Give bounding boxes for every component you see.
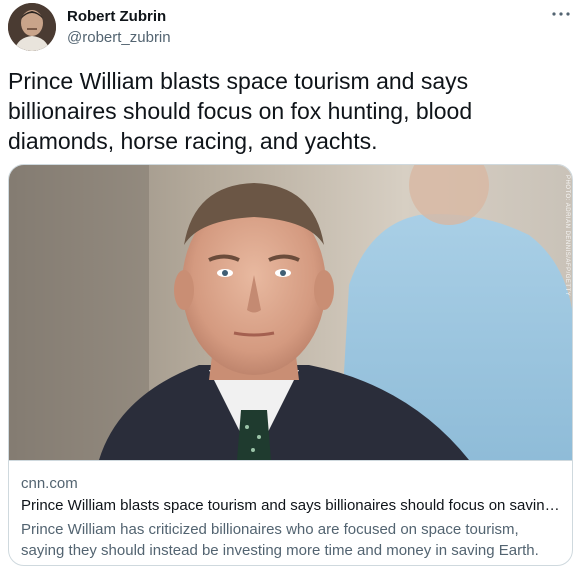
link-preview-card[interactable]: PHOTO: ADRIAN DENNIS/AFP/GETTY cnn.com P… <box>8 164 573 566</box>
author-handle[interactable]: @robert_zubrin <box>67 29 171 46</box>
avatar-image <box>8 3 56 51</box>
card-meta: cnn.com Prince William blasts space tour… <box>9 460 572 559</box>
tweet-text: Prince William blasts space tourism and … <box>8 68 473 154</box>
card-description: Prince William has criticized billionair… <box>21 521 539 559</box>
author-avatar[interactable] <box>8 3 56 51</box>
card-domain: cnn.com <box>21 475 78 492</box>
card-image: PHOTO: ADRIAN DENNIS/AFP/GETTY <box>9 165 572 460</box>
photo-credit: PHOTO: ADRIAN DENNIS/AFP/GETTY <box>564 175 570 297</box>
card-title[interactable]: Prince William blasts space tourism and … <box>21 497 561 514</box>
author-display-name[interactable]: Robert Zubrin <box>67 8 166 25</box>
more-horizontal-icon[interactable] <box>549 6 573 22</box>
